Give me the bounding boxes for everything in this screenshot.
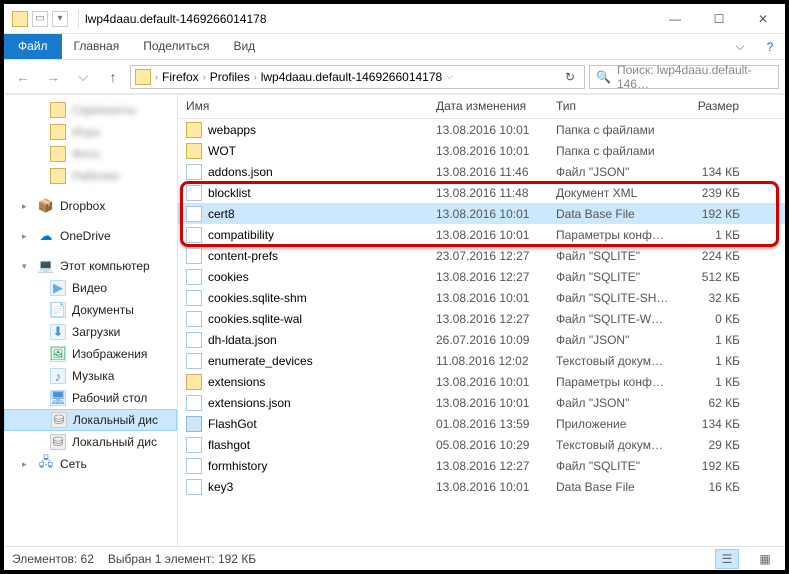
file-icon [186,290,202,306]
address-bar: ← → ⌵ ↑ › Firefox › Profiles › lwp4daau.… [4,60,785,94]
file-row[interactable]: formhistory13.08.2016 12:27Файл "SQLITE"… [178,455,785,476]
status-selection: Выбран 1 элемент: 192 КБ [108,552,256,566]
file-row[interactable]: addons.json13.08.2016 11:46Файл "JSON"13… [178,161,785,182]
refresh-button[interactable]: ↻ [560,70,580,84]
search-placeholder: Поиск: lwp4daau.default-146… [617,63,772,91]
file-row[interactable]: dh-ldata.json26.07.2016 10:09Файл "JSON"… [178,329,785,350]
tab-file[interactable]: Файл [4,34,62,59]
exe-icon [186,416,202,432]
sidebar-item-pc[interactable]: ▾💻Этот компьютер [4,255,177,277]
nav-recent-dropdown[interactable]: ⌵ [70,64,96,90]
search-icon: 🔍 [596,70,611,84]
window-title: lwp4daau.default-1469266014178 [85,12,267,26]
sidebar-item-vid[interactable]: ▶Видео [4,277,177,299]
sidebar-item[interactable]: Фото [4,143,177,165]
file-row[interactable]: compatibility13.08.2016 10:01Параметры к… [178,224,785,245]
file-list: Имя Дата изменения Тип Размер webapps13.… [178,95,785,546]
column-name[interactable]: Имя [178,95,428,118]
sidebar-item-dwn[interactable]: ⬇Загрузки [4,321,177,343]
tab-share[interactable]: Поделиться [131,34,221,59]
sidebar-item-mus[interactable]: ♪Музыка [4,365,177,387]
tab-view[interactable]: Вид [221,34,267,59]
file-row[interactable]: cookies.sqlite-wal13.08.2016 12:27Файл "… [178,308,785,329]
file-row[interactable]: key313.08.2016 10:01Data Base File16 КБ [178,476,785,497]
chevron-right-icon[interactable]: › [155,72,158,82]
file-row[interactable]: blocklist13.08.2016 11:48Документ XML239… [178,182,785,203]
file-icon [186,395,202,411]
crumb-2[interactable]: lwp4daau.default-1469266014178 [261,70,443,84]
ribbon-tabs: Файл Главная Поделиться Вид ⌵ ? [4,34,785,60]
file-icon [186,269,202,285]
view-details-button[interactable]: ☰ [715,549,739,569]
file-row[interactable]: content-prefs23.07.2016 12:27Файл "SQLIT… [178,245,785,266]
file-row[interactable]: enumerate_devices11.08.2016 12:02Текстов… [178,350,785,371]
file-row[interactable]: extensions.json13.08.2016 10:01Файл "JSO… [178,392,785,413]
titlebar: ▭ ▾ lwp4daau.default-1469266014178 — ☐ ✕ [4,4,785,34]
crumb-0[interactable]: Firefox [162,70,199,84]
file-icon [186,458,202,474]
maximize-button[interactable]: ☐ [697,4,741,34]
file-icon [186,479,202,495]
file-icon [186,353,202,369]
file-icon [186,437,202,453]
qat-properties[interactable]: ▭ [32,11,48,27]
column-date[interactable]: Дата изменения [428,95,548,118]
folder-icon [186,143,202,159]
file-icon [186,185,202,201]
sidebar-item-cloud[interactable]: ▸☁OneDrive [4,225,177,247]
status-item-count: Элементов: 62 [12,552,94,566]
sidebar-item-doc[interactable]: 📄Документы [4,299,177,321]
sidebar-item[interactable]: Скриншоты [4,99,177,121]
breadcrumb-dropdown[interactable]: ⌵ [446,71,453,82]
file-icon [186,164,202,180]
chevron-right-icon[interactable]: › [203,72,206,82]
nav-forward-button[interactable]: → [40,64,66,90]
crumb-1[interactable]: Profiles [210,70,250,84]
chevron-right-icon[interactable]: › [254,72,257,82]
qat-dropdown[interactable]: ▾ [52,11,68,27]
column-headers: Имя Дата изменения Тип Размер [178,95,785,119]
breadcrumb-box[interactable]: › Firefox › Profiles › lwp4daau.default-… [130,65,585,89]
nav-back-button[interactable]: ← [10,64,36,90]
column-type[interactable]: Тип [548,95,678,118]
file-row[interactable]: cookies.sqlite-shm13.08.2016 10:01Файл "… [178,287,785,308]
sidebar-item[interactable]: Рабочее [4,165,177,187]
file-row[interactable]: cert813.08.2016 10:01Data Base File192 К… [178,203,785,224]
minimize-button[interactable]: — [653,4,697,34]
sidebar-item-img[interactable]: 🖼Изображения [4,343,177,365]
folder-icon [186,374,202,390]
file-icon [186,248,202,264]
sidebar-item-desk[interactable]: 🖥Рабочий стол [4,387,177,409]
ribbon-collapse-button[interactable]: ⌵ [725,34,755,59]
location-folder-icon [135,69,151,85]
status-bar: Элементов: 62 Выбран 1 элемент: 192 КБ ☰… [4,546,785,570]
folder-title-icon [12,11,28,27]
sidebar-item-net[interactable]: ▸🖧Сеть [4,453,177,475]
file-icon [186,332,202,348]
file-rows[interactable]: webapps13.08.2016 10:01Папка с файламиWO… [178,119,785,546]
file-icon [186,206,202,222]
file-row[interactable]: extensions13.08.2016 10:01Параметры конф… [178,371,785,392]
file-row[interactable]: WOT13.08.2016 10:01Папка с файлами [178,140,785,161]
tab-home[interactable]: Главная [62,34,132,59]
close-button[interactable]: ✕ [741,4,785,34]
file-row[interactable]: flashgot05.08.2016 10:29Текстовый докум…… [178,434,785,455]
help-button[interactable]: ? [755,34,785,59]
file-row[interactable]: cookies13.08.2016 12:27Файл "SQLITE"512 … [178,266,785,287]
view-icons-button[interactable]: ▦ [753,549,777,569]
navigation-tree[interactable]: СкриншотыИгрыФотоРабочее ▸📦Dropbox ▸☁OneDr… [4,95,178,546]
search-input[interactable]: 🔍 Поиск: lwp4daau.default-146… [589,65,779,89]
sidebar-item[interactable]: Игры [4,121,177,143]
sidebar-item-drive[interactable]: ⛁Локальный дис [4,409,177,431]
sidebar-item-drop[interactable]: ▸📦Dropbox [4,195,177,217]
file-icon [186,311,202,327]
file-row[interactable]: FlashGot01.08.2016 13:59Приложение134 КБ [178,413,785,434]
file-row[interactable]: webapps13.08.2016 10:01Папка с файлами [178,119,785,140]
sidebar-item-drive[interactable]: ⛁Локальный дис [4,431,177,453]
folder-icon [186,122,202,138]
file-icon [186,227,202,243]
nav-up-button[interactable]: ↑ [100,64,126,90]
column-size[interactable]: Размер [678,95,748,118]
